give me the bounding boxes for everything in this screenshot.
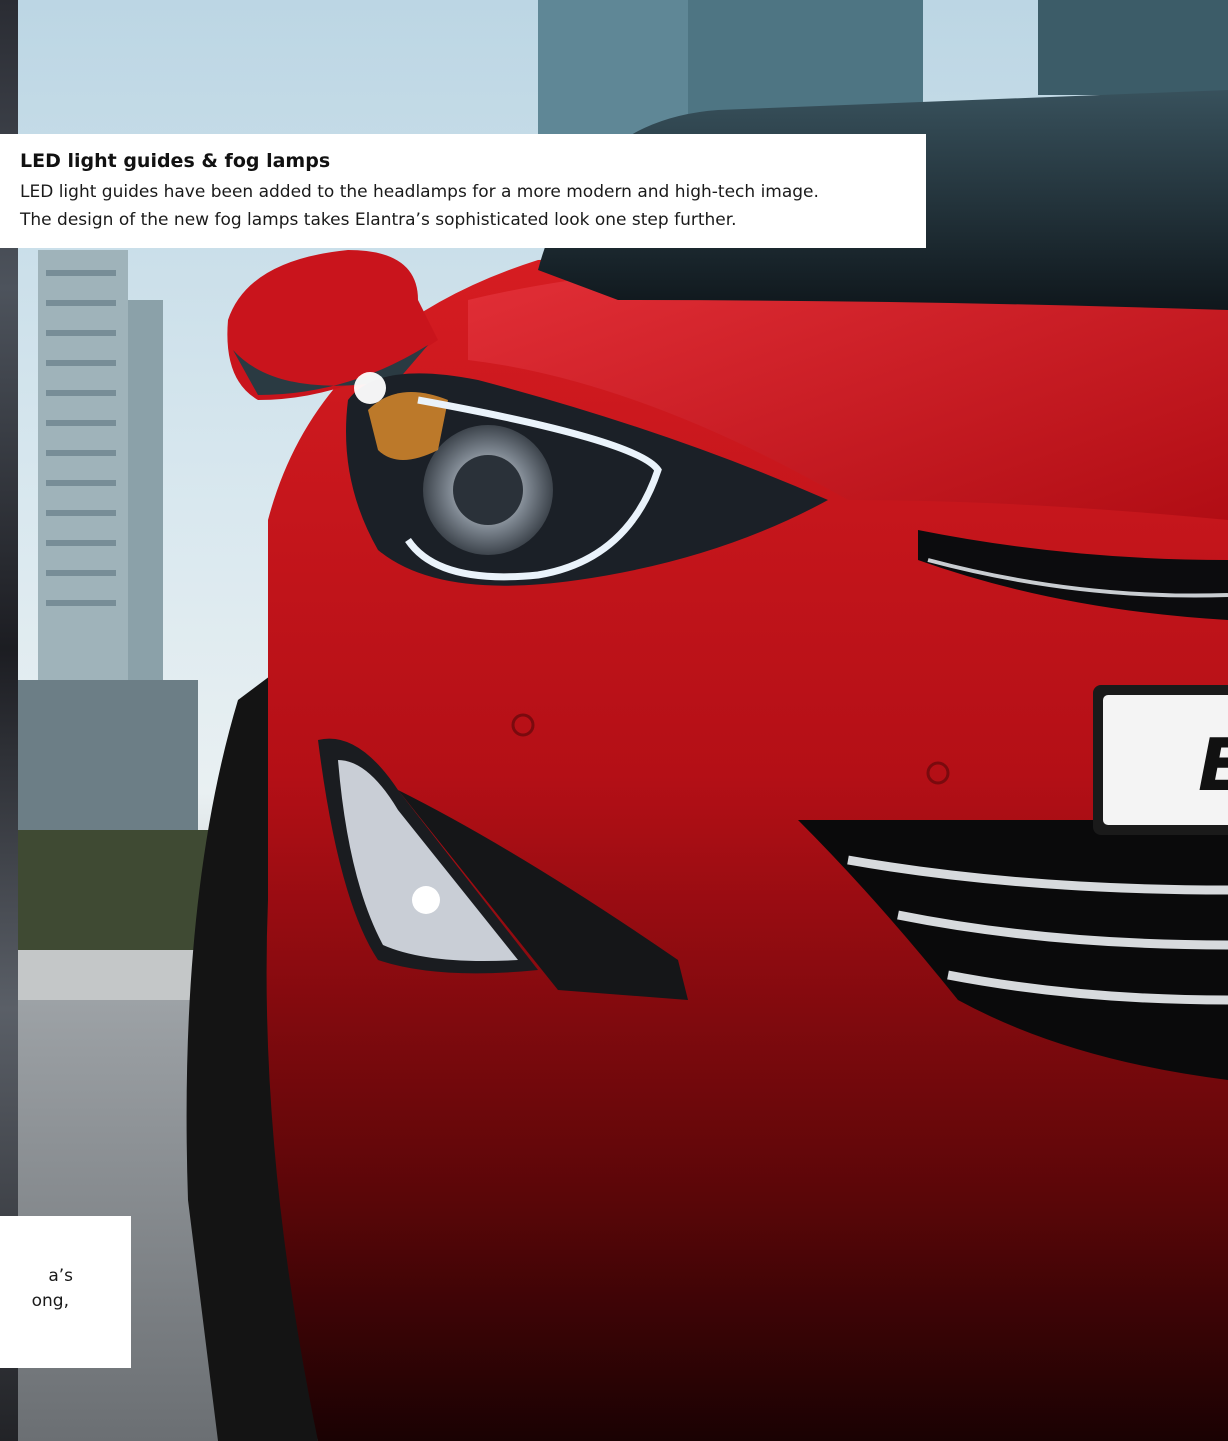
partial-caption-line-2: ong,: [31, 1291, 69, 1311]
caption-line-2: The design of the new fog lamps takes El…: [20, 210, 737, 230]
brochure-page: E LED light guides & fog lamps LED light…: [0, 0, 1228, 1441]
plate-letter: E: [1198, 723, 1228, 807]
partial-caption-line-1: a’s: [48, 1266, 73, 1286]
caption-line-1: LED light guides have been added to the …: [20, 182, 819, 202]
caption-title: LED light guides & fog lamps: [20, 150, 331, 172]
feature-caption: LED light guides & fog lamps LED light g…: [0, 134, 926, 248]
building-3: [1038, 0, 1228, 95]
building-1: [538, 0, 688, 140]
partial-caption: a’s ong,: [0, 1216, 131, 1368]
tower-left: [38, 250, 128, 690]
